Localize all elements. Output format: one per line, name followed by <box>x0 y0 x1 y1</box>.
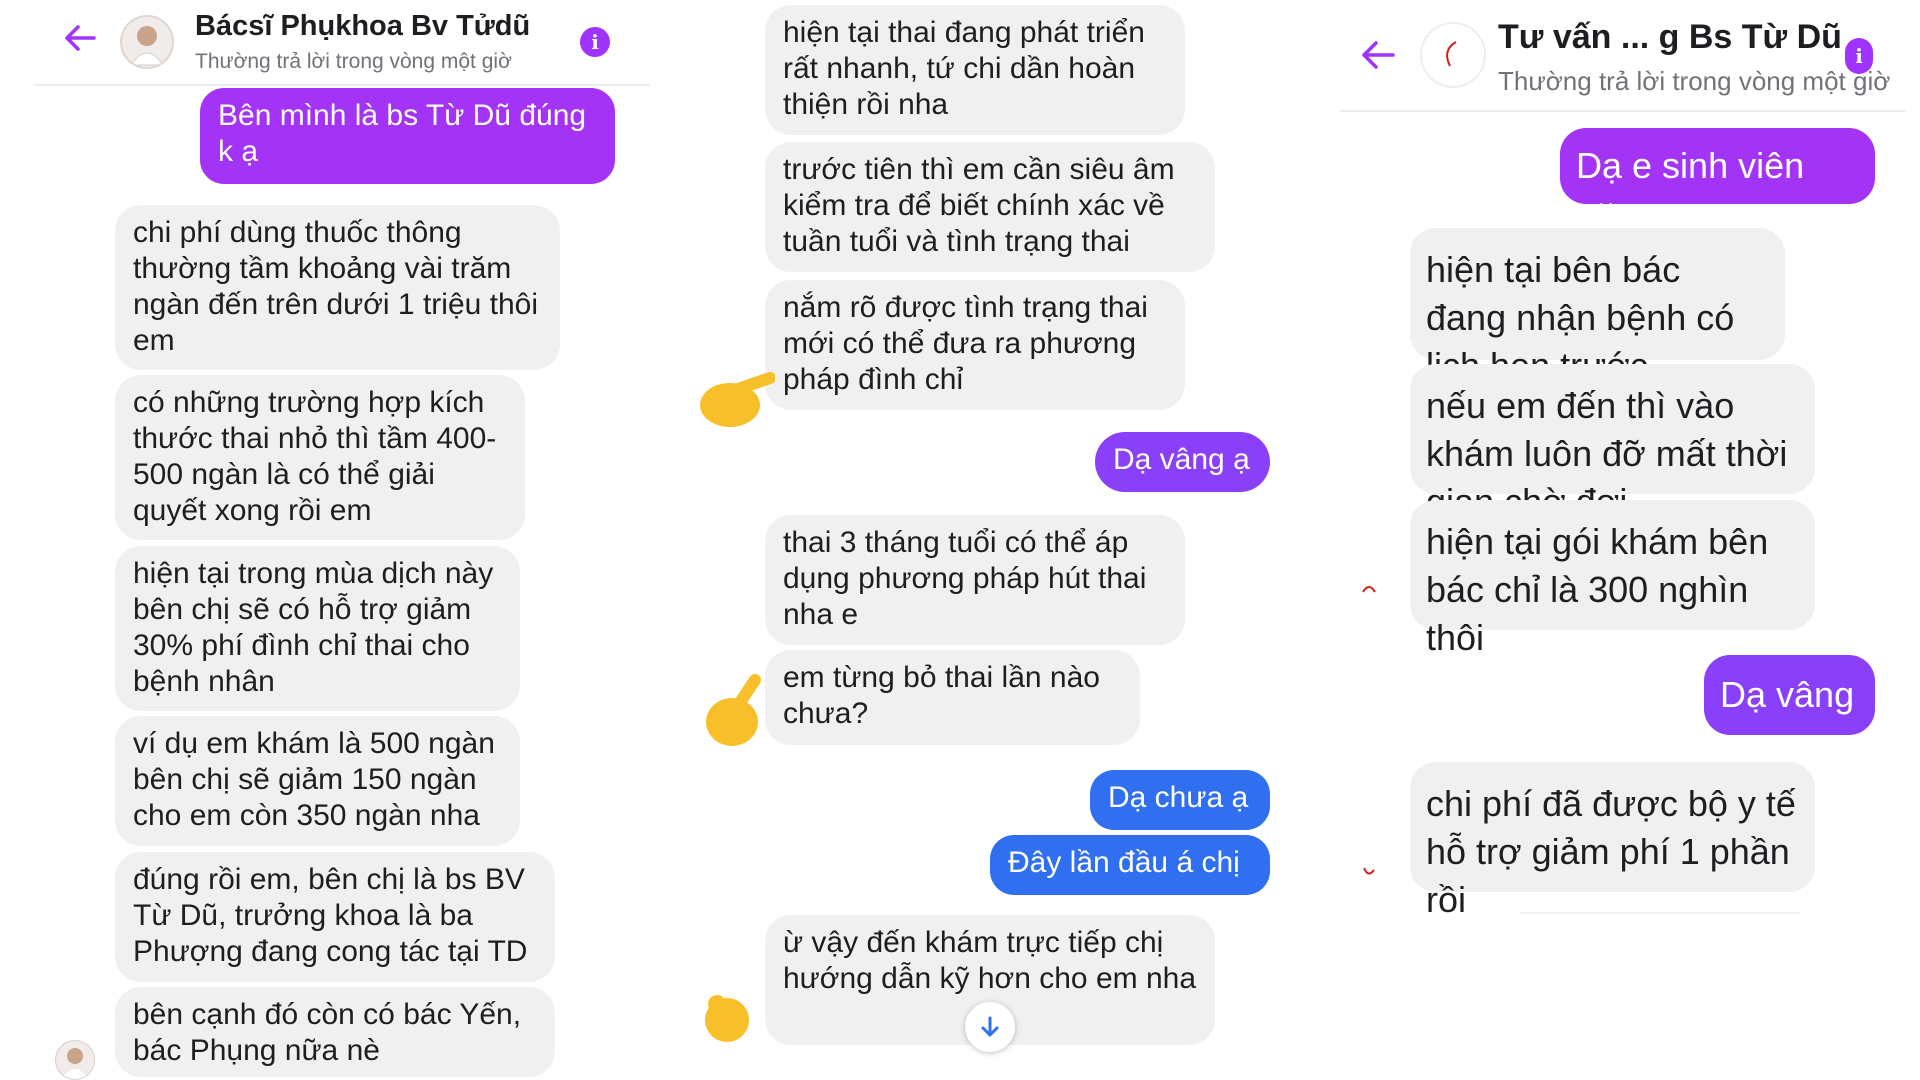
seen-indicator-icon <box>1363 867 1375 875</box>
arrow-left-icon <box>65 25 96 51</box>
message-bubble: em từng bỏ thai lần nào chưa? <box>765 650 1140 745</box>
arrow-left-icon <box>1362 41 1395 69</box>
contact-name: Tư vấn ... g Bs Từ Dũ <box>1498 18 1842 56</box>
message-bubble: nếu em đến thì vào khám luôn đỡ mất thời… <box>1410 364 1815 522</box>
emoji-hand-icon <box>700 372 775 427</box>
message-bubble: bên cạnh đó còn có bác Yến, bác Phụng nữ… <box>115 987 555 1077</box>
message-bubble: chi phí dùng thuốc thông thường tầm khoả… <box>115 205 560 370</box>
avatar <box>55 1040 95 1080</box>
message-bubble: Dạ chưa ạ <box>1090 770 1270 830</box>
message-bubble: đúng rồi em, bên chị là bs BV Từ Dũ, trư… <box>115 852 555 982</box>
emoji-hand-icon <box>705 995 749 1042</box>
chat-header: Bácsĩ Phụkhoa Bv Tửdũ Thường trả lời tro… <box>35 0 650 86</box>
message-bubble: hiện tại trong mùa dịch này bên chị sẽ c… <box>115 546 520 711</box>
info-icon[interactable]: i <box>1845 38 1873 74</box>
message-bubble: thai 3 tháng tuổi có thể áp dụng phương … <box>765 515 1185 645</box>
chat-panel-middle: hiện tại thai đang phát triển rất nhanh,… <box>685 0 1315 1080</box>
message-bubble: hiện tại gói khám bên bác chỉ là 300 ngh… <box>1410 500 1815 658</box>
arrow-down-icon <box>981 1016 999 1037</box>
avatar[interactable] <box>1420 22 1486 88</box>
scroll-down-button[interactable] <box>965 1002 1015 1052</box>
seen-indicator-icon <box>1362 586 1376 593</box>
contact-status: Thường trả lời trong vòng một giờ <box>195 50 512 73</box>
emoji-hand-icon <box>706 674 761 746</box>
contact-status: Thường trả lời trong vòng một giờ <box>1498 66 1891 96</box>
message-bubble: hiện tại bên bác đang nhận bệnh có lịch … <box>1410 228 1785 386</box>
contact-name: Bácsĩ Phụkhoa Bv Tửdũ <box>195 10 531 42</box>
message-bubble: nắm rõ được tình trạng thai mới có thể đ… <box>765 280 1185 410</box>
chat-panel-left: Bácsĩ Phụkhoa Bv Tửdũ Thường trả lời tro… <box>0 0 655 1080</box>
message-bubble: hiện tại thai đang phát triển rất nhanh,… <box>765 5 1185 135</box>
message-bubble: Dạ e sinh viên năm 4 ạ <box>1560 128 1875 238</box>
back-button[interactable] <box>60 18 100 58</box>
message-bubble: trước tiên thì em cần siêu âm kiểm tra đ… <box>765 142 1215 272</box>
avatar[interactable] <box>120 15 174 69</box>
chat-header: Tư vấn ... g Bs Từ Dũ Thường trả lời tro… <box>1340 0 1905 112</box>
message-bubble: Dạ vâng ạ <box>1095 432 1270 492</box>
message-bubble: ví dụ em khám là 500 ngàn bên chị sẽ giả… <box>115 716 520 846</box>
divider <box>1520 912 1800 914</box>
chat-panel-right: Tư vấn ... g Bs Từ Dũ Thường trả lời tro… <box>1340 0 1920 1080</box>
message-bubble: Đây lần đầu á chị <box>990 835 1270 895</box>
message-bubble: Dạ vâng ad <box>1704 655 1875 771</box>
back-button[interactable] <box>1358 35 1398 75</box>
message-bubble: chi phí đã được bộ y tế hỗ trợ giảm phí … <box>1410 762 1815 920</box>
info-icon[interactable]: i <box>580 27 610 57</box>
message-bubble: có những trường hợp kích thước thai nhỏ … <box>115 375 525 540</box>
message-bubble: Bên mình là bs Từ Dũ đúng k ạ <box>200 88 615 184</box>
